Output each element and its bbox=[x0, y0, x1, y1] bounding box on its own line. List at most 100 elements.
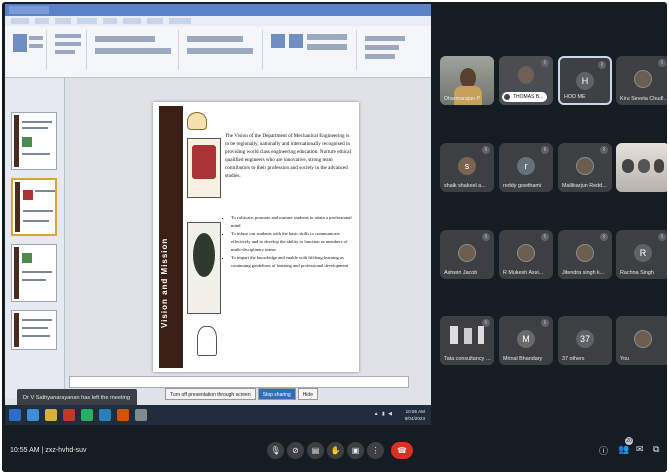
end-call-icon[interactable]: ☎ bbox=[391, 442, 413, 459]
meeting-separator: | bbox=[41, 447, 44, 454]
participant-name: Tata consultancy services ... bbox=[444, 356, 492, 362]
powerpoint-icon[interactable] bbox=[117, 409, 129, 421]
participant-tile[interactable]: ⌇ Tata consultancy services ... bbox=[440, 316, 494, 365]
windows-start-icon[interactable] bbox=[9, 409, 21, 421]
current-slide: Vision and Mission The Vision of the Dep… bbox=[153, 102, 359, 372]
vision-image bbox=[187, 138, 221, 198]
mic-muted-icon: ⌇ bbox=[658, 233, 666, 241]
avatar bbox=[517, 244, 535, 262]
media-icon[interactable] bbox=[63, 409, 75, 421]
ppt-title-bar bbox=[5, 4, 431, 16]
participant-tile[interactable]: s ⌇ shaik shakeel a... bbox=[440, 143, 494, 192]
participant-tile[interactable]: You bbox=[616, 316, 667, 365]
folder-icon[interactable] bbox=[45, 409, 57, 421]
mission-image bbox=[187, 222, 221, 314]
participant-name: Dharmarajan P bbox=[444, 96, 481, 102]
mic-muted-icon: ⌇ bbox=[600, 233, 608, 241]
meeting-time: 10:55 AM bbox=[10, 447, 40, 454]
participant-name: Mrinal Bhandary bbox=[503, 356, 543, 362]
ppt-ribbon-tabs bbox=[5, 16, 431, 26]
slide-thumbnail-selected[interactable] bbox=[11, 178, 57, 236]
ie-icon[interactable] bbox=[27, 409, 39, 421]
slide-thumbnails-panel bbox=[5, 78, 65, 398]
mission-item: To cultivate, promote and nurture studen… bbox=[231, 214, 353, 230]
meeting-code: zxz-hvhd-suv bbox=[45, 447, 87, 454]
activities-icon[interactable]: ⧉ bbox=[653, 444, 659, 455]
people-icon[interactable]: 👥 bbox=[618, 444, 629, 455]
mic-muted-icon: ⌇ bbox=[482, 146, 490, 154]
avatar: M bbox=[517, 330, 535, 348]
sketch-figure-icon bbox=[197, 326, 217, 356]
participant-name: shaik shakeel a... bbox=[444, 183, 486, 189]
participant-tile[interactable]: 37 37 others bbox=[558, 316, 612, 365]
speaker-notes-pane[interactable] bbox=[69, 376, 409, 388]
chrome-icon[interactable] bbox=[81, 409, 93, 421]
mission-item: To impart the knowledge and enable with … bbox=[231, 254, 353, 270]
captions-icon[interactable]: ▤ bbox=[307, 442, 324, 459]
avatar bbox=[576, 244, 594, 262]
mic-muted-icon: ⌇ bbox=[482, 233, 490, 241]
hide-button[interactable]: Hide bbox=[297, 388, 318, 400]
participant-tile[interactable]: ⌇ THOMAS B... bbox=[499, 56, 553, 105]
mission-list: To cultivate, promote and nurture studen… bbox=[225, 214, 353, 270]
participant-tile[interactable]: ⌇ R Mukesh Assi... bbox=[499, 230, 553, 279]
mic-muted-icon: ⌇ bbox=[658, 59, 666, 67]
participant-tile[interactable]: ⌇ Jitendra singh k... bbox=[558, 230, 612, 279]
meeting-info: 10:55 AM | zxz-hvhd-suv bbox=[10, 447, 87, 454]
mic-muted-icon: ⌇ bbox=[598, 61, 606, 69]
slide-thumbnail[interactable] bbox=[11, 310, 57, 350]
participant-tile[interactable]: M ⌇ Mrinal Bhandary bbox=[499, 316, 553, 365]
avatar: s bbox=[458, 157, 476, 175]
participant-tile[interactable]: ⌇ Ashwin Jacob bbox=[440, 230, 494, 279]
camera-off-icon[interactable]: ⊘ bbox=[287, 442, 304, 459]
ppt-ribbon bbox=[5, 26, 431, 78]
slide-thumbnail[interactable] bbox=[11, 112, 57, 170]
app-icon[interactable] bbox=[135, 409, 147, 421]
participant-name: Rachna Singh bbox=[620, 270, 654, 276]
shared-screen: Vision and Mission The Vision of the Dep… bbox=[5, 4, 431, 425]
avatar bbox=[634, 70, 652, 88]
vision-text: The Vision of the Department of Mechanic… bbox=[225, 133, 352, 179]
participant-name: THOMAS B... bbox=[502, 92, 548, 102]
avatar bbox=[576, 157, 594, 175]
turn-off-presentation-button[interactable]: Turn off presentation through screen bbox=[165, 388, 256, 400]
info-icon[interactable]: ⓘ bbox=[599, 444, 608, 457]
avatar: H bbox=[576, 72, 594, 90]
participant-tile[interactable]: H ⌇ HOD ME bbox=[558, 56, 612, 105]
system-tray-icons[interactable]: ▲ ▮ ◀ bbox=[374, 411, 393, 417]
participant-tile[interactable] bbox=[616, 143, 667, 192]
mic-icon[interactable]: 🎙 bbox=[267, 442, 284, 459]
present-icon[interactable]: ▣ bbox=[347, 442, 364, 459]
participant-name: Ashwin Jacob bbox=[444, 270, 478, 276]
meet-window: Vision and Mission The Vision of the Dep… bbox=[2, 2, 667, 472]
avatar bbox=[458, 244, 476, 262]
mic-muted-icon: ⌇ bbox=[541, 319, 549, 327]
raise-hand-icon[interactable]: ✋ bbox=[327, 442, 344, 459]
word-icon[interactable] bbox=[99, 409, 111, 421]
avatar: R bbox=[634, 244, 652, 262]
mic-muted-icon: ⌇ bbox=[482, 319, 490, 327]
windows-taskbar: ▲ ▮ ◀ 10:55 AM 9/04/2023 bbox=[5, 405, 431, 425]
participant-name: HOD ME bbox=[564, 94, 586, 100]
chat-icon[interactable]: ✉ bbox=[636, 444, 644, 455]
mic-muted-icon: ⌇ bbox=[541, 59, 549, 67]
taskbar-clock: 10:55 AM 9/04/2023 bbox=[404, 409, 425, 421]
participant-count-badge: 20 bbox=[625, 437, 633, 445]
mic-muted-icon: ⌇ bbox=[541, 146, 549, 154]
participant-tile[interactable]: r ⌇ reddy gowthami bbox=[499, 143, 553, 192]
participant-tile[interactable]: ⌇ Kiru Seveta Chudl... bbox=[616, 56, 667, 105]
participant-name: Mallikarjun Redd... bbox=[562, 183, 607, 189]
slide-thumbnail[interactable] bbox=[11, 244, 57, 302]
participant-name: Jitendra singh k... bbox=[562, 270, 605, 276]
participant-tile[interactable]: Dharmarajan P bbox=[440, 56, 494, 105]
participant-tile[interactable]: ⌇ Mallikarjun Redd... bbox=[558, 143, 612, 192]
stop-sharing-button[interactable]: Stop sharing bbox=[257, 388, 296, 400]
participant-name: 37 others bbox=[562, 356, 585, 362]
participant-tile[interactable]: R ⌇ Rachna Singh bbox=[616, 230, 667, 279]
participant-name: reddy gowthami bbox=[503, 183, 542, 189]
slide-side-title: Vision and Mission bbox=[160, 237, 169, 328]
more-options-icon[interactable]: ⋮ bbox=[367, 442, 384, 459]
mic-muted-icon: ⌇ bbox=[600, 146, 608, 154]
avatar: r bbox=[517, 157, 535, 175]
participant-name: You bbox=[620, 356, 630, 362]
